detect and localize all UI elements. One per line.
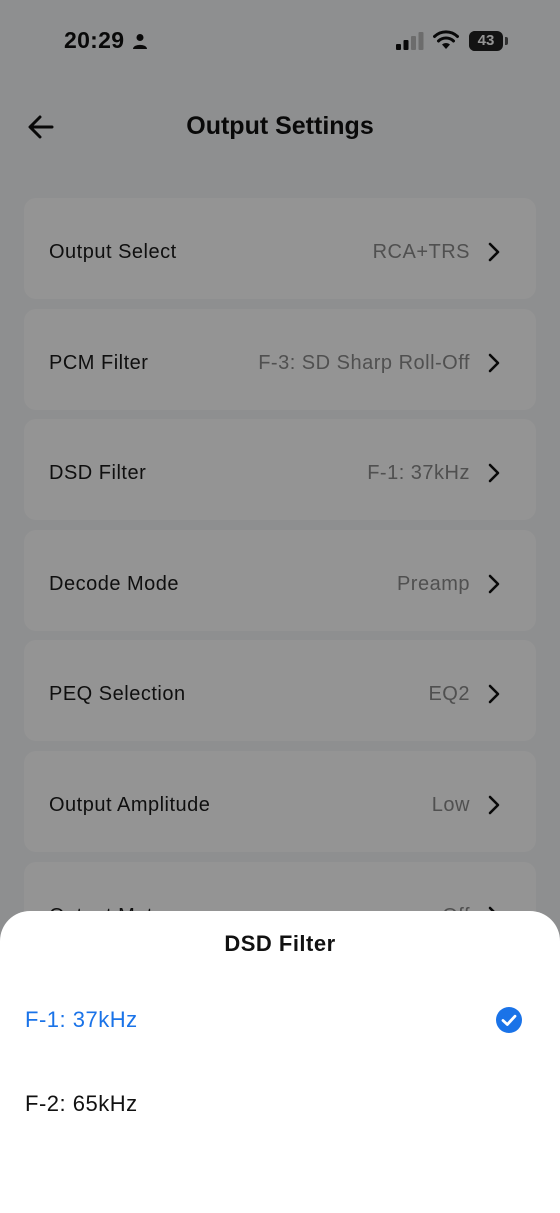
screen: 20:29 43 Output Settings Output Select R… [0,0,560,1213]
option-label: F-1: 37kHz [25,1007,138,1032]
option-f1-37khz[interactable]: F-1: 37kHz [0,985,560,1055]
option-label: F-2: 65kHz [25,1091,138,1116]
dsd-filter-sheet: DSD Filter F-1: 37kHz F-2: 65kHz [0,911,560,1213]
check-circle-icon [496,1007,522,1033]
option-f2-65khz[interactable]: F-2: 65kHz [0,1069,560,1139]
sheet-title: DSD Filter [224,931,336,956]
